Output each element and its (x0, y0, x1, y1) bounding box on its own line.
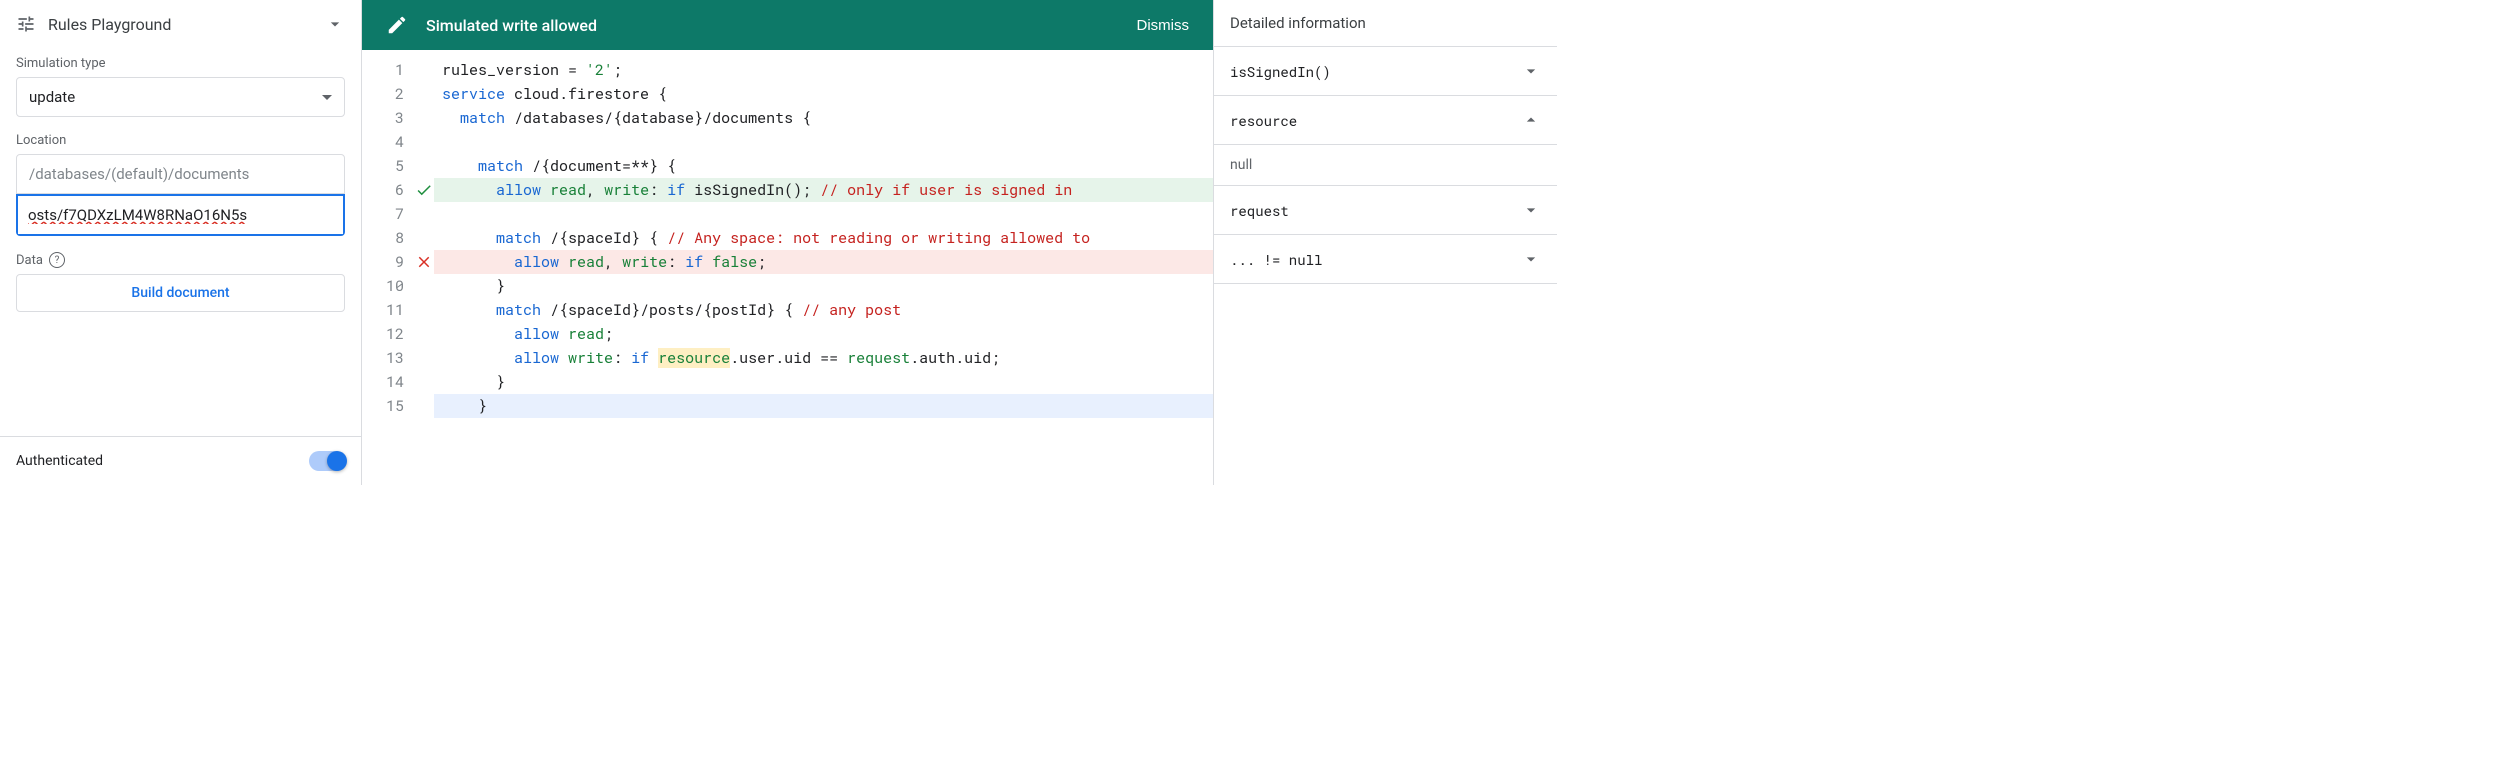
code-line[interactable]: match /databases/{database}/documents { (434, 106, 1213, 130)
code-line[interactable]: } (434, 370, 1213, 394)
line-number: 14 (362, 370, 414, 394)
toggle-knob (327, 451, 347, 471)
code-line[interactable]: match /{spaceId}/posts/{postId} { // any… (434, 298, 1213, 322)
code-line[interactable]: match /{document=**} { (434, 154, 1213, 178)
code-line[interactable]: allow read; (434, 322, 1213, 346)
code-line[interactable]: allow write: if resource.user.uid == req… (434, 346, 1213, 370)
line-number: 12 (362, 322, 414, 346)
line-number: 11 (362, 298, 414, 322)
line-number: 3 (362, 106, 414, 130)
chevron-down-icon (325, 14, 345, 34)
code-line[interactable]: } (434, 394, 1213, 418)
line-number: 4 (362, 130, 414, 154)
location-input[interactable] (18, 196, 343, 234)
location-label: Location (16, 133, 345, 148)
chevron-down-icon (1521, 61, 1541, 81)
line-status (414, 274, 434, 298)
line-number: 6 (362, 178, 414, 202)
pencil-icon (386, 14, 408, 36)
code-line[interactable]: match /{spaceId} { // Any space: not rea… (434, 226, 1213, 250)
line-status (414, 58, 434, 82)
check-icon (415, 181, 433, 199)
authenticated-label: Authenticated (16, 453, 103, 469)
details-header: Detailed information (1214, 0, 1557, 47)
code-line[interactable] (434, 202, 1213, 226)
code-content[interactable]: rules_version = '2';service cloud.firest… (434, 50, 1213, 485)
line-number: 5 (362, 154, 414, 178)
details-list: isSignedIn() resource null request ... != nu… (1214, 47, 1557, 284)
line-number: 1 (362, 58, 414, 82)
simulation-type-value: update (29, 88, 75, 106)
result-banner: Simulated write allowed Dismiss (362, 0, 1213, 50)
dropdown-caret-icon (322, 95, 332, 100)
rules-playground-sidebar: Rules Playground Simulation type update … (0, 0, 362, 485)
simulation-type-label: Simulation type (16, 56, 345, 71)
code-line[interactable]: service cloud.firestore { (434, 82, 1213, 106)
code-line[interactable]: } (434, 274, 1213, 298)
line-number: 8 (362, 226, 414, 250)
line-number: 13 (362, 346, 414, 370)
line-status (414, 130, 434, 154)
line-status (414, 202, 434, 226)
detail-item[interactable]: resource (1214, 96, 1557, 145)
line-status (414, 298, 434, 322)
sidebar-title: Rules Playground (48, 15, 313, 34)
authenticated-row: Authenticated (0, 436, 361, 485)
data-section: Data ? Build document (0, 244, 361, 320)
editor-area: Simulated write allowed Dismiss 12345678… (362, 0, 1213, 485)
code-line[interactable]: allow read, write: if isSignedIn(); // o… (434, 178, 1213, 202)
detail-key: request (1230, 201, 1289, 220)
authenticated-toggle[interactable] (309, 451, 345, 471)
code-line[interactable]: rules_version = '2'; (434, 58, 1213, 82)
detail-key: ... != null (1230, 250, 1322, 269)
chevron-down-icon (1521, 249, 1541, 269)
detail-content: null (1214, 145, 1557, 186)
simulation-type-select[interactable]: update (16, 77, 345, 117)
detail-item[interactable]: isSignedIn() (1214, 47, 1557, 96)
x-icon (415, 253, 433, 271)
location-section: Location /databases/(default)/documents (0, 125, 361, 244)
line-status (414, 394, 434, 418)
detail-item[interactable]: ... != null (1214, 235, 1557, 284)
line-number: 7 (362, 202, 414, 226)
detail-key: isSignedIn() (1230, 62, 1331, 81)
location-path-prefix: /databases/(default)/documents (17, 155, 344, 194)
line-status (414, 370, 434, 394)
line-number: 15 (362, 394, 414, 418)
simulation-type-section: Simulation type update (0, 48, 361, 125)
code-line[interactable]: allow read, write: if false; (434, 250, 1213, 274)
line-number-gutter: 123456789101112131415 (362, 50, 414, 485)
dismiss-button[interactable]: Dismiss (1137, 17, 1190, 34)
detail-key: resource (1230, 111, 1297, 130)
code-line[interactable] (434, 130, 1213, 154)
line-status (414, 178, 434, 202)
line-status-gutter (414, 50, 434, 485)
sidebar-header[interactable]: Rules Playground (0, 0, 361, 48)
line-number: 10 (362, 274, 414, 298)
line-status (414, 322, 434, 346)
line-status (414, 250, 434, 274)
line-number: 9 (362, 250, 414, 274)
tune-icon (16, 14, 36, 34)
help-icon[interactable]: ? (49, 252, 65, 268)
line-status (414, 346, 434, 370)
data-label-text: Data (16, 253, 43, 268)
details-panel: Detailed information isSignedIn() resourc… (1213, 0, 1557, 485)
data-label: Data ? (16, 252, 345, 268)
build-document-button[interactable]: Build document (16, 274, 345, 312)
line-status (414, 154, 434, 178)
detail-item[interactable]: request (1214, 186, 1557, 235)
line-number: 2 (362, 82, 414, 106)
location-box: /databases/(default)/documents (16, 154, 345, 195)
code-editor[interactable]: 123456789101112131415 rules_version = '2… (362, 50, 1213, 485)
line-status (414, 82, 434, 106)
line-status (414, 106, 434, 130)
banner-message: Simulated write allowed (426, 16, 1119, 35)
chevron-up-icon (1521, 110, 1541, 130)
chevron-down-icon (1521, 200, 1541, 220)
line-status (414, 226, 434, 250)
